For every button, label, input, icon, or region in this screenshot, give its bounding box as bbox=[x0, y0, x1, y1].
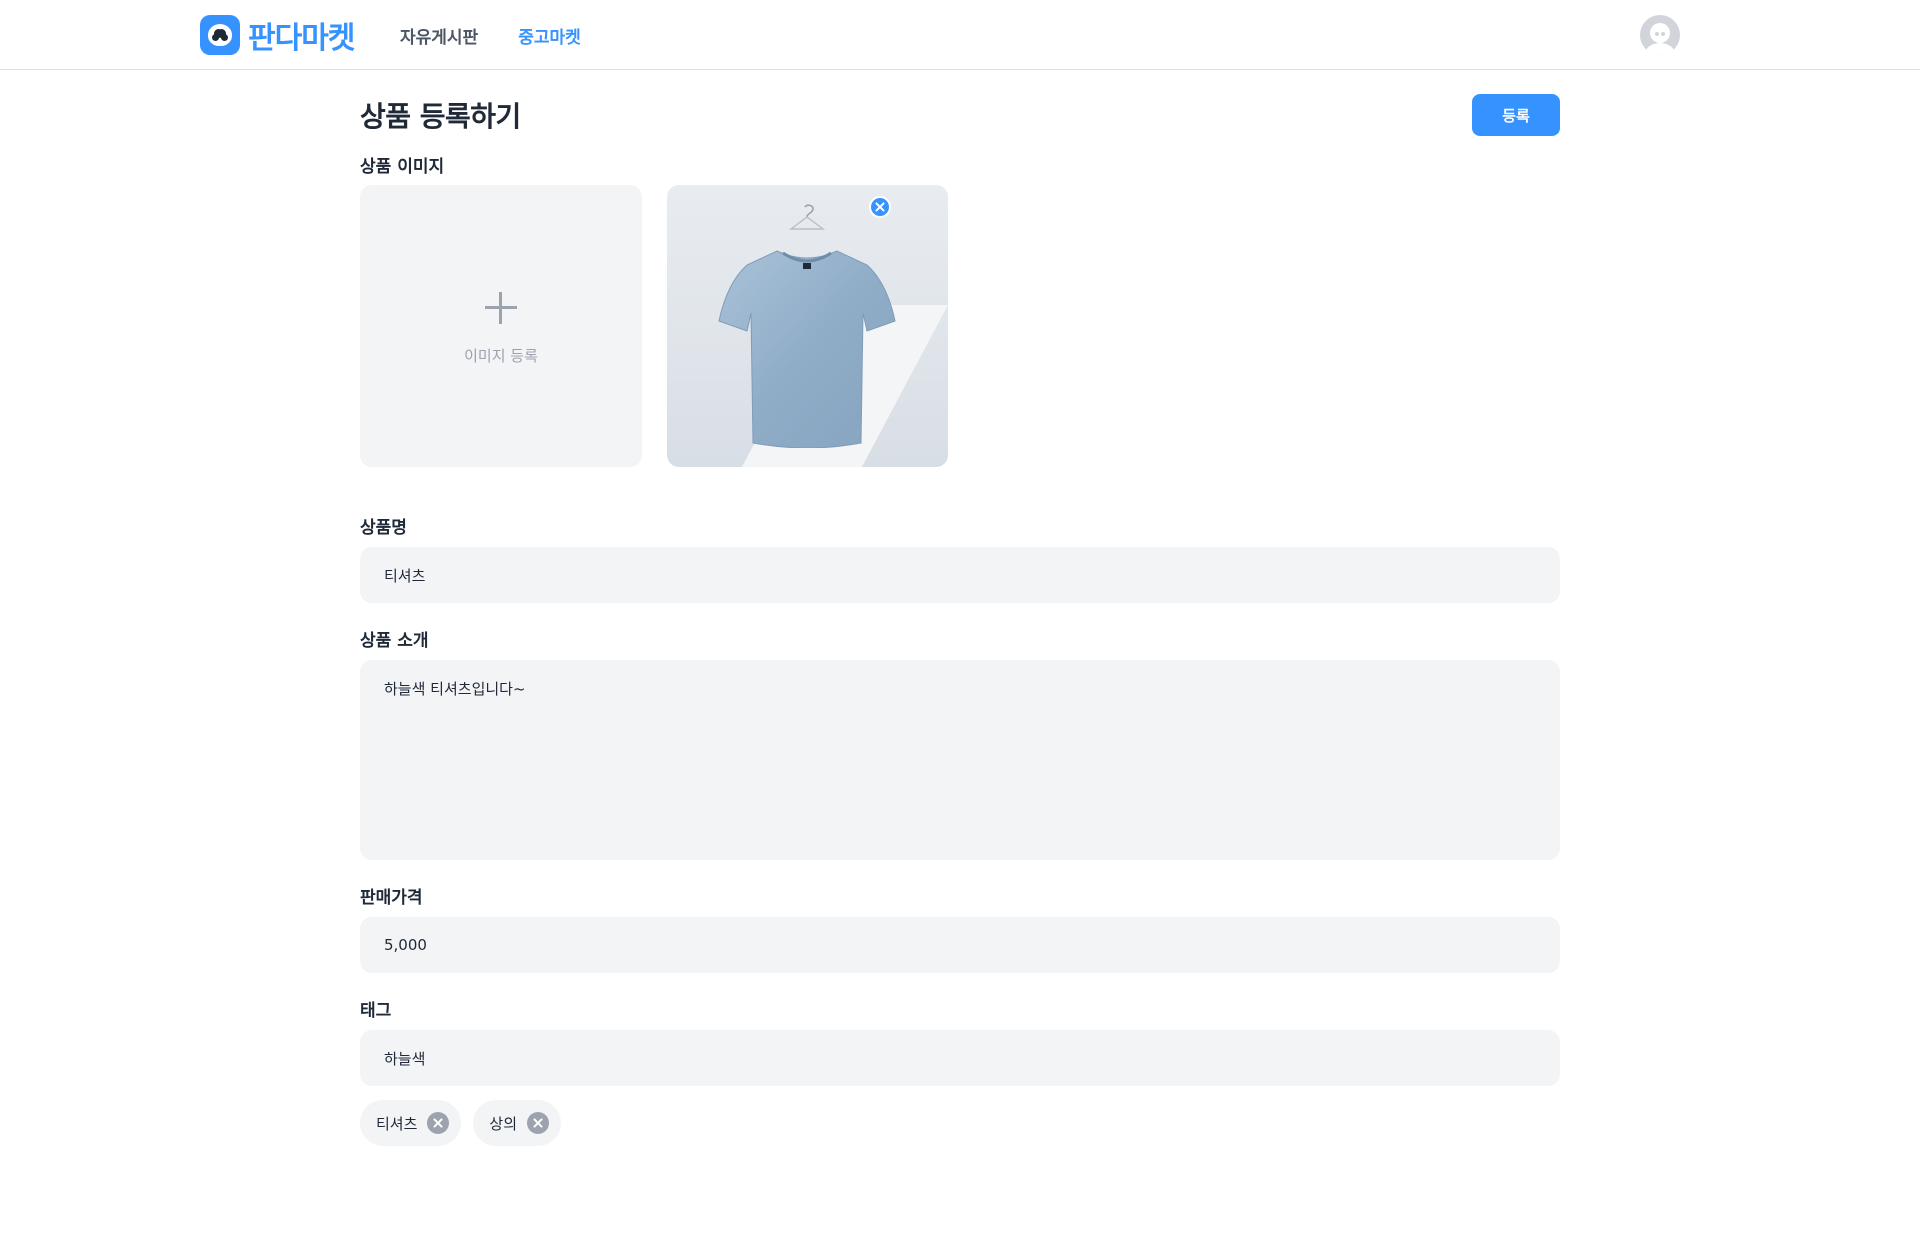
tag-chip-label: 상의 bbox=[489, 1114, 518, 1133]
price-label: 판매가격 bbox=[360, 888, 423, 908]
tag-list: 티셔츠 상의 bbox=[360, 1100, 562, 1146]
tag-input[interactable]: 하늘색 bbox=[360, 1030, 1560, 1086]
nav-free-board[interactable]: 자유게시판 bbox=[400, 23, 478, 48]
image-preview bbox=[667, 185, 948, 467]
price-input[interactable]: 5,000 bbox=[360, 917, 1560, 973]
tag-label: 태그 bbox=[360, 1001, 392, 1021]
plus-icon bbox=[485, 292, 517, 324]
tag-chip: 티셔츠 bbox=[360, 1100, 462, 1146]
logo-text: 판다마켓 bbox=[248, 21, 355, 56]
main-nav: 자유게시판 중고마켓 bbox=[400, 0, 581, 70]
image-upload-text: 이미지 등록 bbox=[464, 347, 538, 365]
tshirt-graphic bbox=[718, 250, 896, 448]
description-textarea[interactable]: 하늘색 티셔츠입니다~ bbox=[360, 660, 1560, 860]
submit-button[interactable]: 등록 bbox=[1472, 94, 1560, 136]
top-navbar: 판다마켓 자유게시판 중고마켓 bbox=[0, 0, 1920, 70]
logo[interactable]: 판다마켓 bbox=[200, 15, 355, 56]
tag-chip: 상의 bbox=[473, 1100, 562, 1146]
description-label: 상품 소개 bbox=[360, 631, 429, 651]
product-name-input[interactable]: 티셔츠 bbox=[360, 547, 1560, 603]
remove-tag-icon[interactable] bbox=[427, 1112, 450, 1134]
nav-used-market[interactable]: 중고마켓 bbox=[518, 23, 581, 48]
image-upload-button[interactable]: 이미지 등록 bbox=[360, 185, 642, 467]
product-name-label: 상품명 bbox=[360, 518, 407, 538]
remove-tag-icon[interactable] bbox=[527, 1112, 550, 1134]
tag-chip-label: 티셔츠 bbox=[376, 1114, 418, 1133]
hanger-graphic bbox=[788, 204, 826, 230]
images-label: 상품 이미지 bbox=[360, 157, 445, 177]
page-title: 상품 등록하기 bbox=[360, 100, 521, 133]
panda-logo-icon bbox=[200, 15, 240, 55]
remove-image-button[interactable] bbox=[869, 196, 891, 218]
user-avatar-icon[interactable] bbox=[1640, 15, 1680, 55]
